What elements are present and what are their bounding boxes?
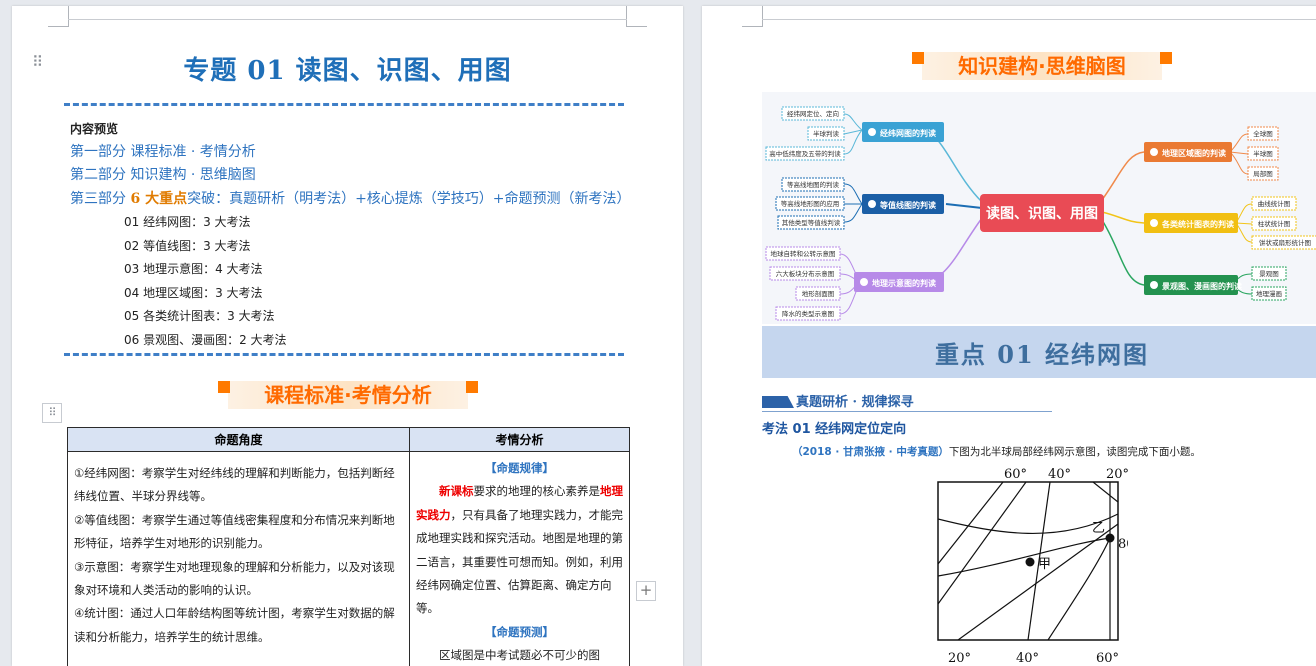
mindmap-leaf: 等高线地图的判读 (787, 180, 840, 189)
document-page-right[interactable]: 知识建构·思维脑图 读图、识图、用图 (702, 6, 1316, 666)
mindmap-branch-label: 经纬网图的判读 (880, 128, 936, 138)
banner-square-icon (466, 381, 478, 393)
mindmap-banner: 知识建构·思维脑图 (908, 46, 1176, 82)
rule-text: ，只有具备了地理实践力，才能完成地理实践和探究活动。地图是地理的第二语言，其重要… (416, 508, 623, 616)
grid-label: 80° (1118, 537, 1128, 552)
mindmap-center-label: 读图、识图、用图 (986, 205, 1098, 222)
point-jia-marker (1026, 558, 1035, 567)
mindmap-leaf: 地理漫画 (1256, 289, 1282, 298)
page-margin-corner (626, 6, 647, 27)
mindmap-leaf: 高中低纬度及五带的判读 (769, 149, 841, 158)
part-two-link[interactable]: 第二部分 知识建构 · 思维脑图 (70, 164, 256, 184)
mindmap-branch-label: 地理示意图的判读 (872, 278, 936, 288)
rule-text: 要求的地理的核心素养是 (474, 484, 601, 498)
toc-item[interactable]: 01 经纬网图：3 大考法 (124, 213, 251, 230)
dashed-divider (64, 103, 624, 106)
graticule-figure: 60° 40° 20° 80° 20° 40° 60° 甲 乙 (898, 464, 1128, 664)
grid-label: 20° (1106, 467, 1128, 482)
mindmap-leaf: 经纬网定位、定向 (787, 109, 839, 118)
page-margin-corner (742, 6, 763, 27)
method-title: 考法 01 经纬网定位定向 (762, 418, 906, 437)
table-header: 考情分析 (410, 428, 630, 452)
banner-square-icon (1160, 52, 1172, 64)
table-header: 命题角度 (68, 428, 410, 452)
table-move-handle-icon[interactable]: ⠿ (42, 403, 62, 423)
dashed-divider (64, 353, 624, 356)
section-bar-icon (762, 396, 794, 408)
part-three-highlight: 6 大重点 (130, 191, 187, 207)
mindmap-leaf: 其他类型等值线判读 (782, 218, 841, 227)
part-one-link[interactable]: 第一部分 课程标准 · 考情分析 (70, 141, 256, 161)
predict-paragraph: 区域图是中考试题必不可少的图 (416, 644, 623, 666)
toc-item[interactable]: 06 景观图、漫画图：2 大考法 (124, 331, 287, 348)
predict-heading: 【命题预测】 (416, 621, 623, 644)
section-heading: 真题研析 · 规律探寻 (762, 390, 1062, 412)
header-line (762, 19, 1316, 20)
mindmap-leaf: 全球图 (1253, 129, 1273, 138)
grid-label: 40° (1048, 467, 1071, 482)
document-title: 专题 01 读图、识图、用图 (12, 50, 683, 87)
angle-text: ②等值线图：考察学生通过等值线密集程度和分布情况来判断地形特征，培养学生对地形的… (74, 509, 403, 556)
mindmap-leaf: 六大板块分布示意图 (776, 269, 835, 278)
toc-item[interactable]: 03 地理示意图：4 大考法 (124, 260, 263, 277)
question-line: （2018 · 甘肃张掖 · 中考真题）下图为北半球局部经纬网示意图，读图完成下… (792, 444, 1201, 459)
key-point-title: 重点 01 经纬网图 (762, 326, 1316, 378)
question-text: 下图为北半球局部经纬网示意图，读图完成下面小题。 (949, 446, 1201, 458)
point-yi-marker (1106, 534, 1115, 543)
exam-analysis-table: 命题角度 考情分析 ①经纬网图：考察学生对经纬线的理解和判断能力，包括判断经纬线… (67, 427, 630, 666)
mindmap-leaf: 地形剖面图 (802, 289, 835, 298)
grid-label: 60° (1004, 467, 1027, 482)
page-margin-corner (48, 6, 69, 27)
angle-text: ①经纬网图：考察学生对经纬线的理解和判断能力，包括判断经纬线位置、半球分界线等。 (74, 462, 403, 509)
mind-map: 读图、识图、用图 经纬网图的判读 等值线图的判读 地理示意图的判读 地理区域图的… (762, 92, 1316, 324)
grid-label: 60° (1096, 651, 1119, 664)
part-three-suffix: 突破：真题研析（明考法）+核心提炼（学技巧）+命题预测（新考法） (187, 191, 630, 207)
rule-heading: 【命题规律】 (416, 457, 623, 480)
toc-item[interactable]: 05 各类统计图表：3 大考法 (124, 307, 275, 324)
mindmap-branch-label: 景观图、漫画图的判读 (1162, 281, 1242, 291)
mindmap-leaf: 地球自转和公转示意图 (771, 249, 836, 258)
mindmap-leaf: 局部图 (1253, 169, 1273, 178)
mindmap-leaf: 降水的类型示意图 (782, 309, 834, 318)
add-column-button[interactable]: + (636, 581, 656, 601)
toc-item[interactable]: 04 地理区域图：3 大考法 (124, 284, 263, 301)
mindmap-leaf: 曲线统计图 (1258, 199, 1291, 208)
header-line (68, 19, 627, 20)
section-banner: 课程标准·考情分析 (214, 375, 482, 411)
mindmap-leaf: 柱状统计图 (1258, 219, 1291, 228)
mindmap-leaf: 半球判读 (813, 129, 840, 138)
angle-text: ③示意图：考察学生对地理现象的理解和分析能力，以及对该现象对环境和人类活动的影响… (74, 556, 403, 603)
angle-cell: ①经纬网图：考察学生对经纬线的理解和判断能力，包括判断经纬线位置、半球分界线等。… (68, 452, 410, 666)
section-underline (762, 411, 1052, 412)
part-three-link[interactable]: 第三部分 6 大重点突破：真题研析（明考法）+核心提炼（学技巧）+命题预测（新考… (70, 188, 631, 208)
document-page-left[interactable]: ⠿ 专题 01 读图、识图、用图 内容预览 第一部分 课程标准 · 考情分析 第… (12, 6, 683, 666)
mindmap-branch-label: 等值线图的判读 (879, 200, 936, 210)
point-yi-label: 乙 (1092, 521, 1105, 536)
rule-paragraph: 新课标要求的地理的核心素养是地理实践力，只有具备了地理实践力，才能完成地理实践和… (416, 480, 623, 620)
toc-item[interactable]: 02 等值线图：3 大考法 (124, 237, 251, 254)
question-source: （2018 · 甘肃张掖 · 中考真题） (792, 446, 949, 458)
section-heading-text: 真题研析 · 规律探寻 (796, 391, 914, 410)
mindmap-leaf: 半球图 (1253, 149, 1273, 158)
mindmap-leaf: 等高线地形图的应用 (781, 199, 840, 208)
preview-heading: 内容预览 (70, 120, 118, 137)
banner-title: 课程标准·考情分析 (264, 379, 432, 408)
mindmap-branch-label: 各类统计图表的判读 (1161, 219, 1234, 229)
banner-title: 知识建构·思维脑图 (958, 50, 1126, 79)
mindmap-leaf: 饼状或扇形统计图 (1259, 238, 1311, 247)
point-jia-label: 甲 (1038, 557, 1051, 572)
grid-label: 20° (948, 651, 971, 664)
mindmap-branch-label: 地理区域图的判读 (1162, 148, 1226, 158)
mindmap-leaf: 景观图 (1259, 270, 1279, 278)
part-three-prefix: 第三部分 (70, 191, 130, 207)
angle-text: ④统计图：通过人口年龄结构图等统计图，考察学生对数据的解读和分析能力，培养学生的… (74, 602, 403, 649)
keyword-new-standard: 新课标 (439, 484, 474, 498)
grid-label: 40° (1016, 651, 1039, 664)
analysis-cell: 【命题规律】 新课标要求的地理的核心素养是地理实践力，只有具备了地理实践力，才能… (410, 452, 630, 666)
banner-square-icon (218, 381, 230, 393)
banner-square-icon (912, 52, 924, 64)
